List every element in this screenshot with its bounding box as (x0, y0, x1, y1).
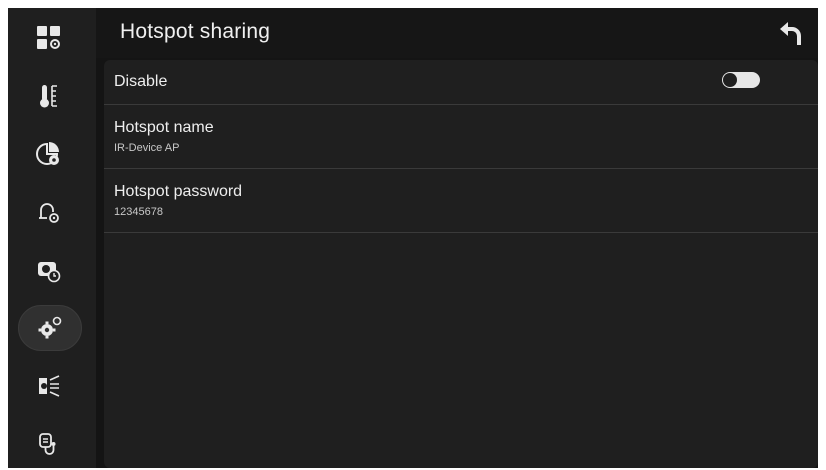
gear-settings-icon (38, 316, 62, 339)
settings-panel: Disable Hotspot name IR-Device AP Hotspo… (104, 60, 818, 468)
disable-toggle[interactable] (722, 72, 760, 88)
thermometer-icon (40, 85, 57, 108)
main-area: Hotspot sharing Disable Hotspot name IR-… (96, 8, 818, 468)
sidebar-item-scan[interactable] (18, 364, 80, 408)
sidebar-item-settings[interactable] (18, 305, 82, 351)
hotspot-name-value: IR-Device AP (114, 142, 180, 154)
toggle-knob (723, 73, 737, 87)
hotspot-password-label: Hotspot password (114, 183, 243, 200)
hotspot-password-value: 12345678 (114, 206, 163, 218)
sidebar-item-analysis[interactable] (18, 132, 80, 176)
sidebar-item-medical[interactable] (18, 422, 80, 466)
hotspot-name-row[interactable]: Hotspot name IR-Device AP (104, 105, 818, 169)
sidebar (8, 8, 96, 468)
page-title: Hotspot sharing (120, 20, 271, 43)
sidebar-item-camera[interactable] (18, 248, 80, 292)
back-button[interactable] (774, 18, 808, 48)
device-screen: Hotspot sharing Disable Hotspot name IR-… (0, 0, 826, 470)
sidebar-item-alarm[interactable] (18, 190, 80, 234)
thermal-scan-icon (39, 375, 60, 397)
disable-row[interactable]: Disable (104, 60, 818, 105)
dashboard-settings-icon (37, 26, 60, 49)
disable-label: Disable (114, 73, 168, 90)
alarm-bell-settings-icon (39, 203, 59, 223)
pie-chart-settings-icon (36, 142, 59, 165)
hotspot-name-label: Hotspot name (114, 119, 214, 136)
hotspot-password-row[interactable]: Hotspot password 12345678 (104, 169, 818, 233)
medical-stethoscope-icon (39, 433, 56, 455)
header-bar: Hotspot sharing (96, 8, 818, 58)
camera-timer-icon (38, 262, 61, 283)
back-arrow-icon (780, 22, 801, 45)
sidebar-item-temperature[interactable] (18, 74, 80, 118)
sidebar-item-dashboard[interactable] (18, 16, 80, 60)
